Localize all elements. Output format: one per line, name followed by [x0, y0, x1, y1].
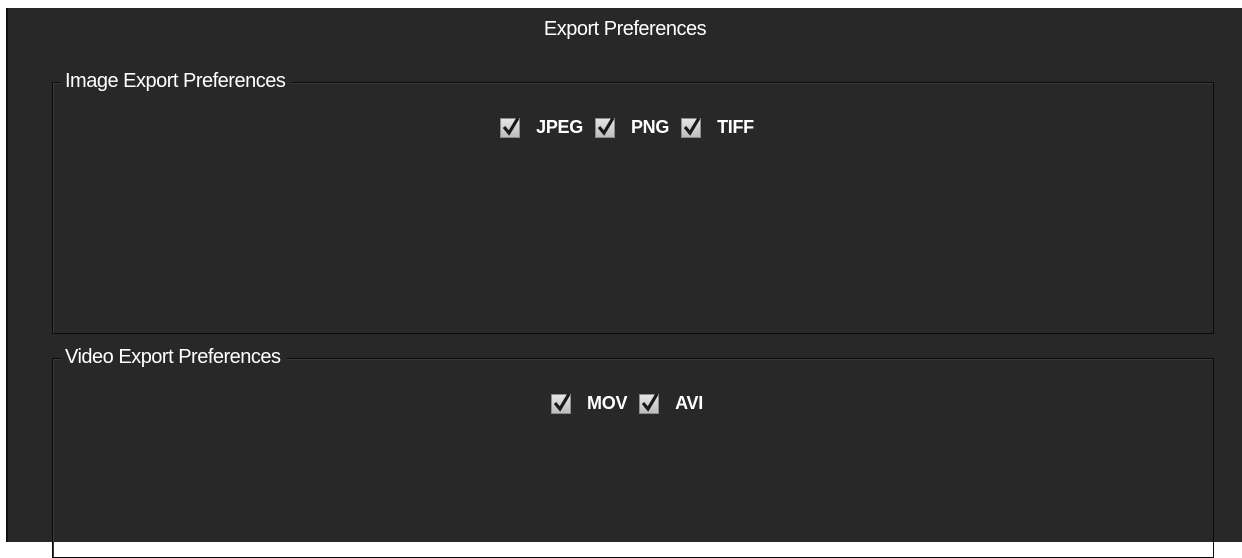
image-export-group-title: Image Export Preferences: [61, 69, 292, 93]
panel-title: Export Preferences: [543, 18, 707, 40]
tiff-label: TIFF: [717, 117, 754, 137]
tiff-checkbox-option[interactable]: TIFF: [681, 116, 766, 138]
image-export-group: Image Export Preferences JPEG PNG TIFF: [52, 69, 1214, 334]
png-checkbox[interactable]: [594, 116, 615, 138]
mov-checkbox-option[interactable]: MOV: [551, 392, 639, 414]
image-format-checkboxes: JPEG PNG TIFF: [53, 116, 1213, 138]
avi-label: AVI: [675, 393, 703, 413]
png-checkbox-option[interactable]: PNG: [594, 116, 681, 138]
video-export-group-title: Video Export Preferences: [61, 345, 287, 369]
checkmark-icon: [641, 392, 659, 412]
mov-label: MOV: [587, 393, 628, 413]
checkmark-icon: [597, 116, 615, 136]
video-export-group: Video Export Preferences MOV AVI: [52, 345, 1214, 558]
checkmark-icon: [553, 392, 571, 412]
checkmark-icon: [683, 116, 701, 136]
jpeg-checkbox[interactable]: [500, 116, 521, 138]
jpeg-checkbox-option[interactable]: JPEG: [500, 116, 595, 138]
avi-checkbox-option[interactable]: AVI: [639, 392, 715, 414]
tiff-checkbox[interactable]: [681, 116, 702, 138]
video-format-checkboxes: MOV AVI: [53, 392, 1213, 414]
avi-checkbox[interactable]: [639, 392, 660, 414]
export-preferences-panel: Export Preferences Image Export Preferen…: [6, 8, 1242, 558]
checkmark-icon: [502, 116, 520, 136]
png-label: PNG: [630, 117, 670, 137]
jpeg-label: JPEG: [536, 117, 583, 137]
mov-checkbox[interactable]: [551, 392, 572, 414]
